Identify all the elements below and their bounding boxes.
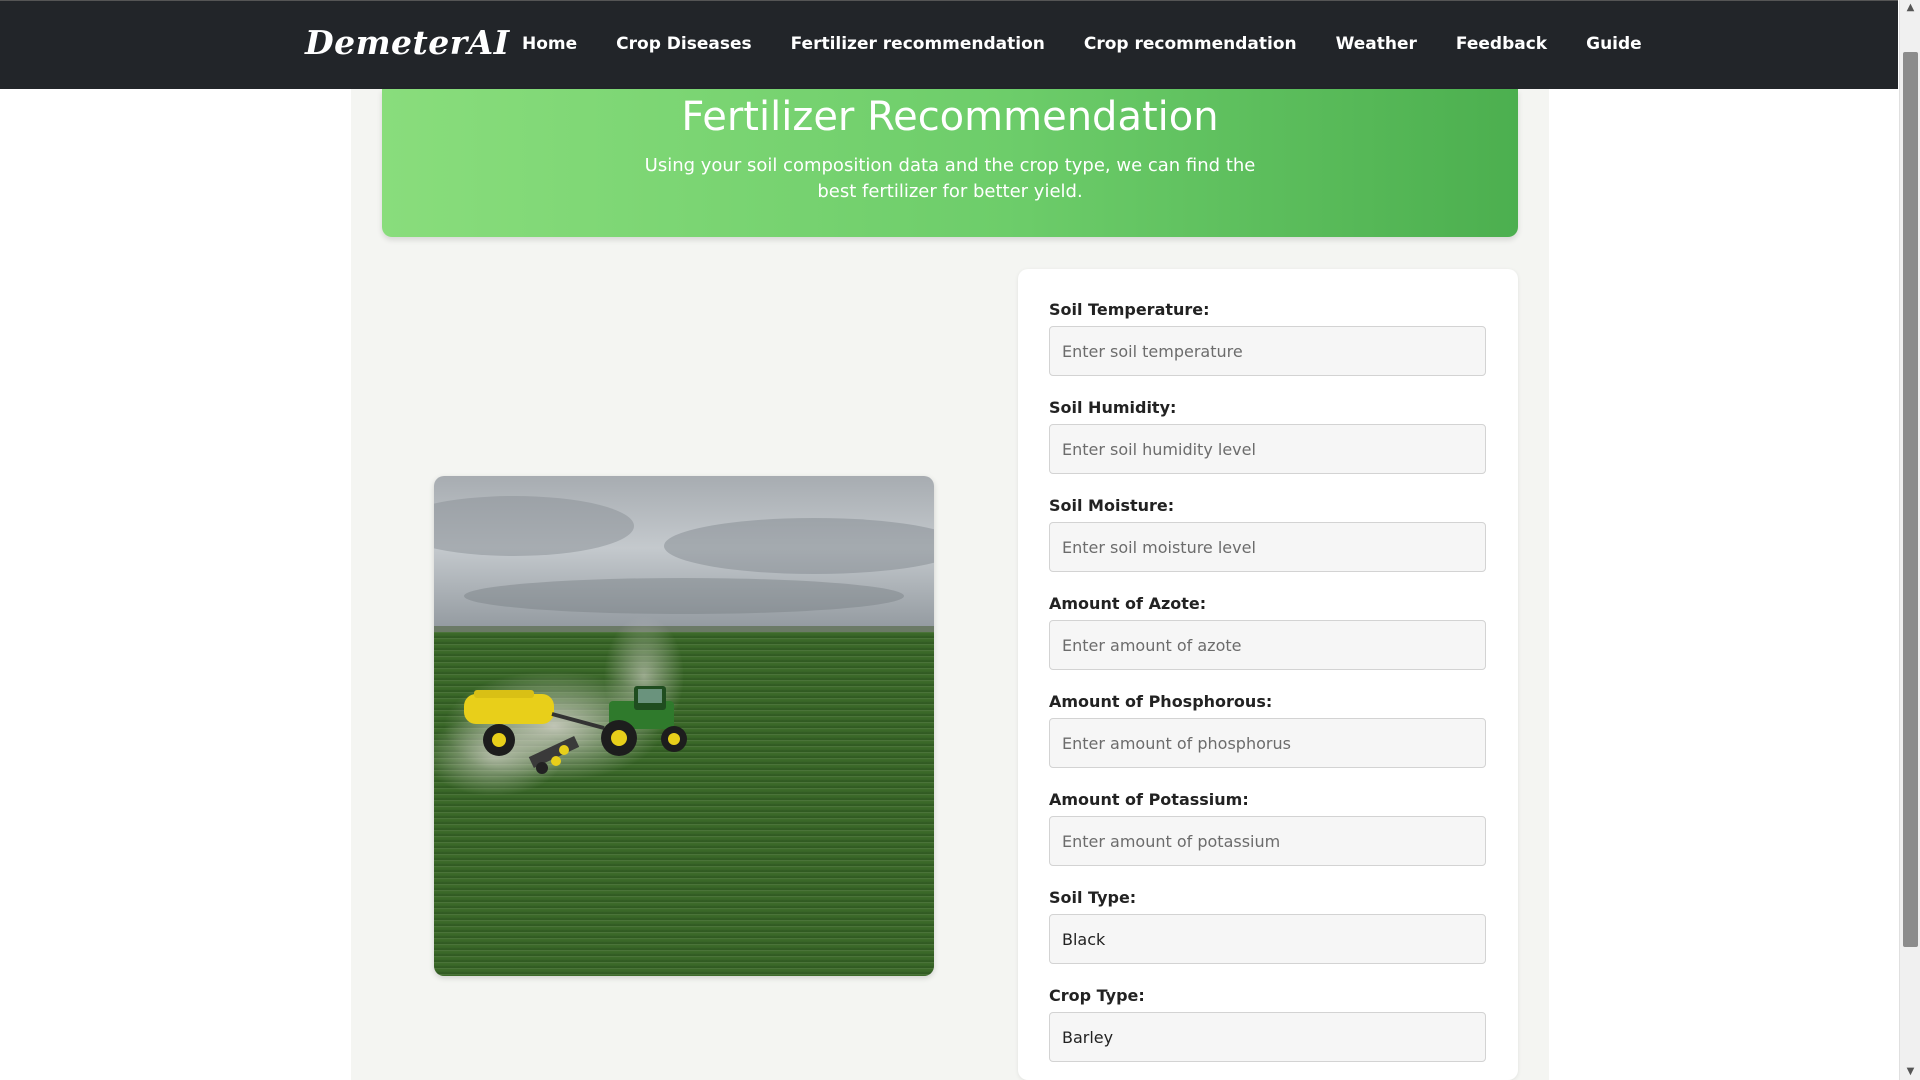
page-subtitle: Using your soil composition data and the… — [644, 155, 1256, 202]
field-label: Amount of Azote: — [1049, 594, 1207, 613]
hero-banner: Fertilizer Recommendation Using your soi… — [382, 89, 1518, 237]
page-title: Fertilizer Recommendation — [681, 94, 1219, 140]
nav-link-crop-diseases[interactable]: Crop Diseases — [616, 34, 751, 54]
field-soil-moisture: Soil Moisture: — [1049, 496, 1486, 572]
nav-link-fertilizer-recommendation[interactable]: Fertilizer recommendation — [791, 34, 1045, 54]
nav-links: Home Crop Diseases Fertilizer recommenda… — [522, 34, 1681, 54]
nav-link-weather[interactable]: Weather — [1336, 34, 1417, 54]
soil-moisture-input[interactable] — [1049, 522, 1486, 572]
field-phosphorous: Amount of Phosphorous: — [1049, 692, 1486, 768]
phosphorous-input[interactable] — [1049, 718, 1486, 768]
brand-logo[interactable]: DemeterAI — [305, 23, 510, 62]
field-soil-humidity: Soil Humidity: — [1049, 398, 1486, 474]
field-label: Amount of Potassium: — [1049, 790, 1249, 809]
scrollbar-thumb[interactable] — [1903, 52, 1918, 947]
scroll-down-arrow-icon[interactable]: ▼ — [1900, 1064, 1920, 1080]
crop-type-input[interactable] — [1049, 1012, 1486, 1062]
azote-input[interactable] — [1049, 620, 1486, 670]
field-label: Soil Type: — [1049, 888, 1137, 907]
field-label: Soil Temperature: — [1049, 300, 1210, 319]
fertilizer-form: Soil Temperature: Soil Humidity: Soil Mo… — [1018, 269, 1518, 1080]
potassium-input[interactable] — [1049, 816, 1486, 866]
field-potassium: Amount of Potassium: — [1049, 790, 1486, 866]
field-label: Soil Moisture: — [1049, 496, 1175, 515]
nav-link-feedback[interactable]: Feedback — [1456, 34, 1547, 54]
soil-humidity-input[interactable] — [1049, 424, 1486, 474]
soil-type-input[interactable] — [1049, 914, 1486, 964]
scroll-up-arrow-icon[interactable]: ▲ — [1900, 0, 1920, 16]
tractor-field-image — [434, 476, 934, 976]
field-soil-type: Soil Type: — [1049, 888, 1486, 964]
field-crop-type: Crop Type: — [1049, 986, 1486, 1062]
soil-temperature-input[interactable] — [1049, 326, 1486, 376]
field-label: Amount of Phosphorous: — [1049, 692, 1273, 711]
nav-link-guide[interactable]: Guide — [1586, 34, 1642, 54]
field-label: Crop Type: — [1049, 986, 1145, 1005]
navbar: DemeterAI Home Crop Diseases Fertilizer … — [0, 0, 1898, 89]
field-azote: Amount of Azote: — [1049, 594, 1486, 670]
field-label: Soil Humidity: — [1049, 398, 1177, 417]
nav-link-crop-recommendation[interactable]: Crop recommendation — [1084, 34, 1297, 54]
page-scrollbar[interactable]: ▲ ▼ — [1899, 0, 1920, 1080]
nav-link-home[interactable]: Home — [522, 34, 577, 54]
field-soil-temperature: Soil Temperature: — [1049, 300, 1486, 376]
